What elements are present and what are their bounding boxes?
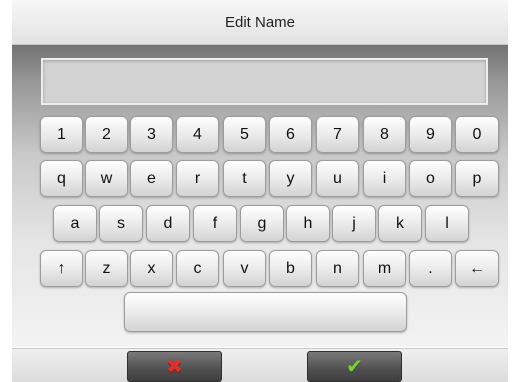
name-input-field[interactable] — [41, 58, 488, 105]
key-0[interactable]: 0 — [455, 116, 499, 153]
key-z[interactable]: z — [85, 250, 128, 287]
keyboard-panel: 1 2 3 4 5 6 7 8 9 0 q w e r t y u i o p … — [12, 45, 508, 347]
key-8[interactable]: 8 — [363, 116, 406, 153]
key-b[interactable]: b — [269, 250, 312, 287]
key-y[interactable]: y — [269, 160, 312, 197]
key-j[interactable]: j — [332, 205, 376, 242]
key-6[interactable]: 6 — [269, 116, 312, 153]
key-a[interactable]: a — [53, 205, 97, 242]
key-n[interactable]: n — [316, 250, 359, 287]
key-9[interactable]: 9 — [409, 116, 452, 153]
key-t[interactable]: t — [223, 160, 266, 197]
key-g[interactable]: g — [240, 205, 284, 242]
key-h[interactable]: h — [286, 205, 330, 242]
page-title: Edit Name — [224, 13, 296, 31]
key-4[interactable]: 4 — [176, 116, 219, 153]
key-2[interactable]: 2 — [85, 116, 128, 153]
confirm-button[interactable]: ✔ — [307, 351, 402, 382]
key-5[interactable]: 5 — [223, 116, 266, 153]
key-d[interactable]: d — [146, 205, 190, 242]
key-e[interactable]: e — [130, 160, 173, 197]
backspace-key[interactable]: ← — [455, 250, 499, 287]
checkmark-icon: ✔ — [346, 355, 363, 378]
shift-key[interactable]: ↑ — [40, 250, 83, 287]
key-p[interactable]: p — [455, 160, 499, 197]
key-3[interactable]: 3 — [130, 116, 173, 153]
key-q[interactable]: q — [40, 160, 83, 197]
key-7[interactable]: 7 — [316, 116, 359, 153]
key-f[interactable]: f — [193, 205, 237, 242]
key-i[interactable]: i — [363, 160, 406, 197]
key-k[interactable]: k — [378, 205, 422, 242]
key-r[interactable]: r — [176, 160, 219, 197]
action-bar: ✖ ✔ — [12, 348, 508, 382]
key-period[interactable]: . — [409, 250, 452, 287]
cancel-button[interactable]: ✖ — [127, 351, 222, 382]
key-c[interactable]: c — [176, 250, 219, 287]
key-s[interactable]: s — [99, 205, 143, 242]
cancel-x-icon: ✖ — [166, 355, 183, 378]
key-1[interactable]: 1 — [40, 116, 83, 153]
space-bar[interactable] — [124, 292, 407, 332]
key-o[interactable]: o — [409, 160, 452, 197]
key-w[interactable]: w — [85, 160, 128, 197]
key-x[interactable]: x — [130, 250, 173, 287]
key-v[interactable]: v — [223, 250, 266, 287]
key-m[interactable]: m — [363, 250, 406, 287]
key-l[interactable]: l — [425, 205, 469, 242]
title-bar: Edit Name — [12, 0, 508, 45]
key-u[interactable]: u — [316, 160, 359, 197]
